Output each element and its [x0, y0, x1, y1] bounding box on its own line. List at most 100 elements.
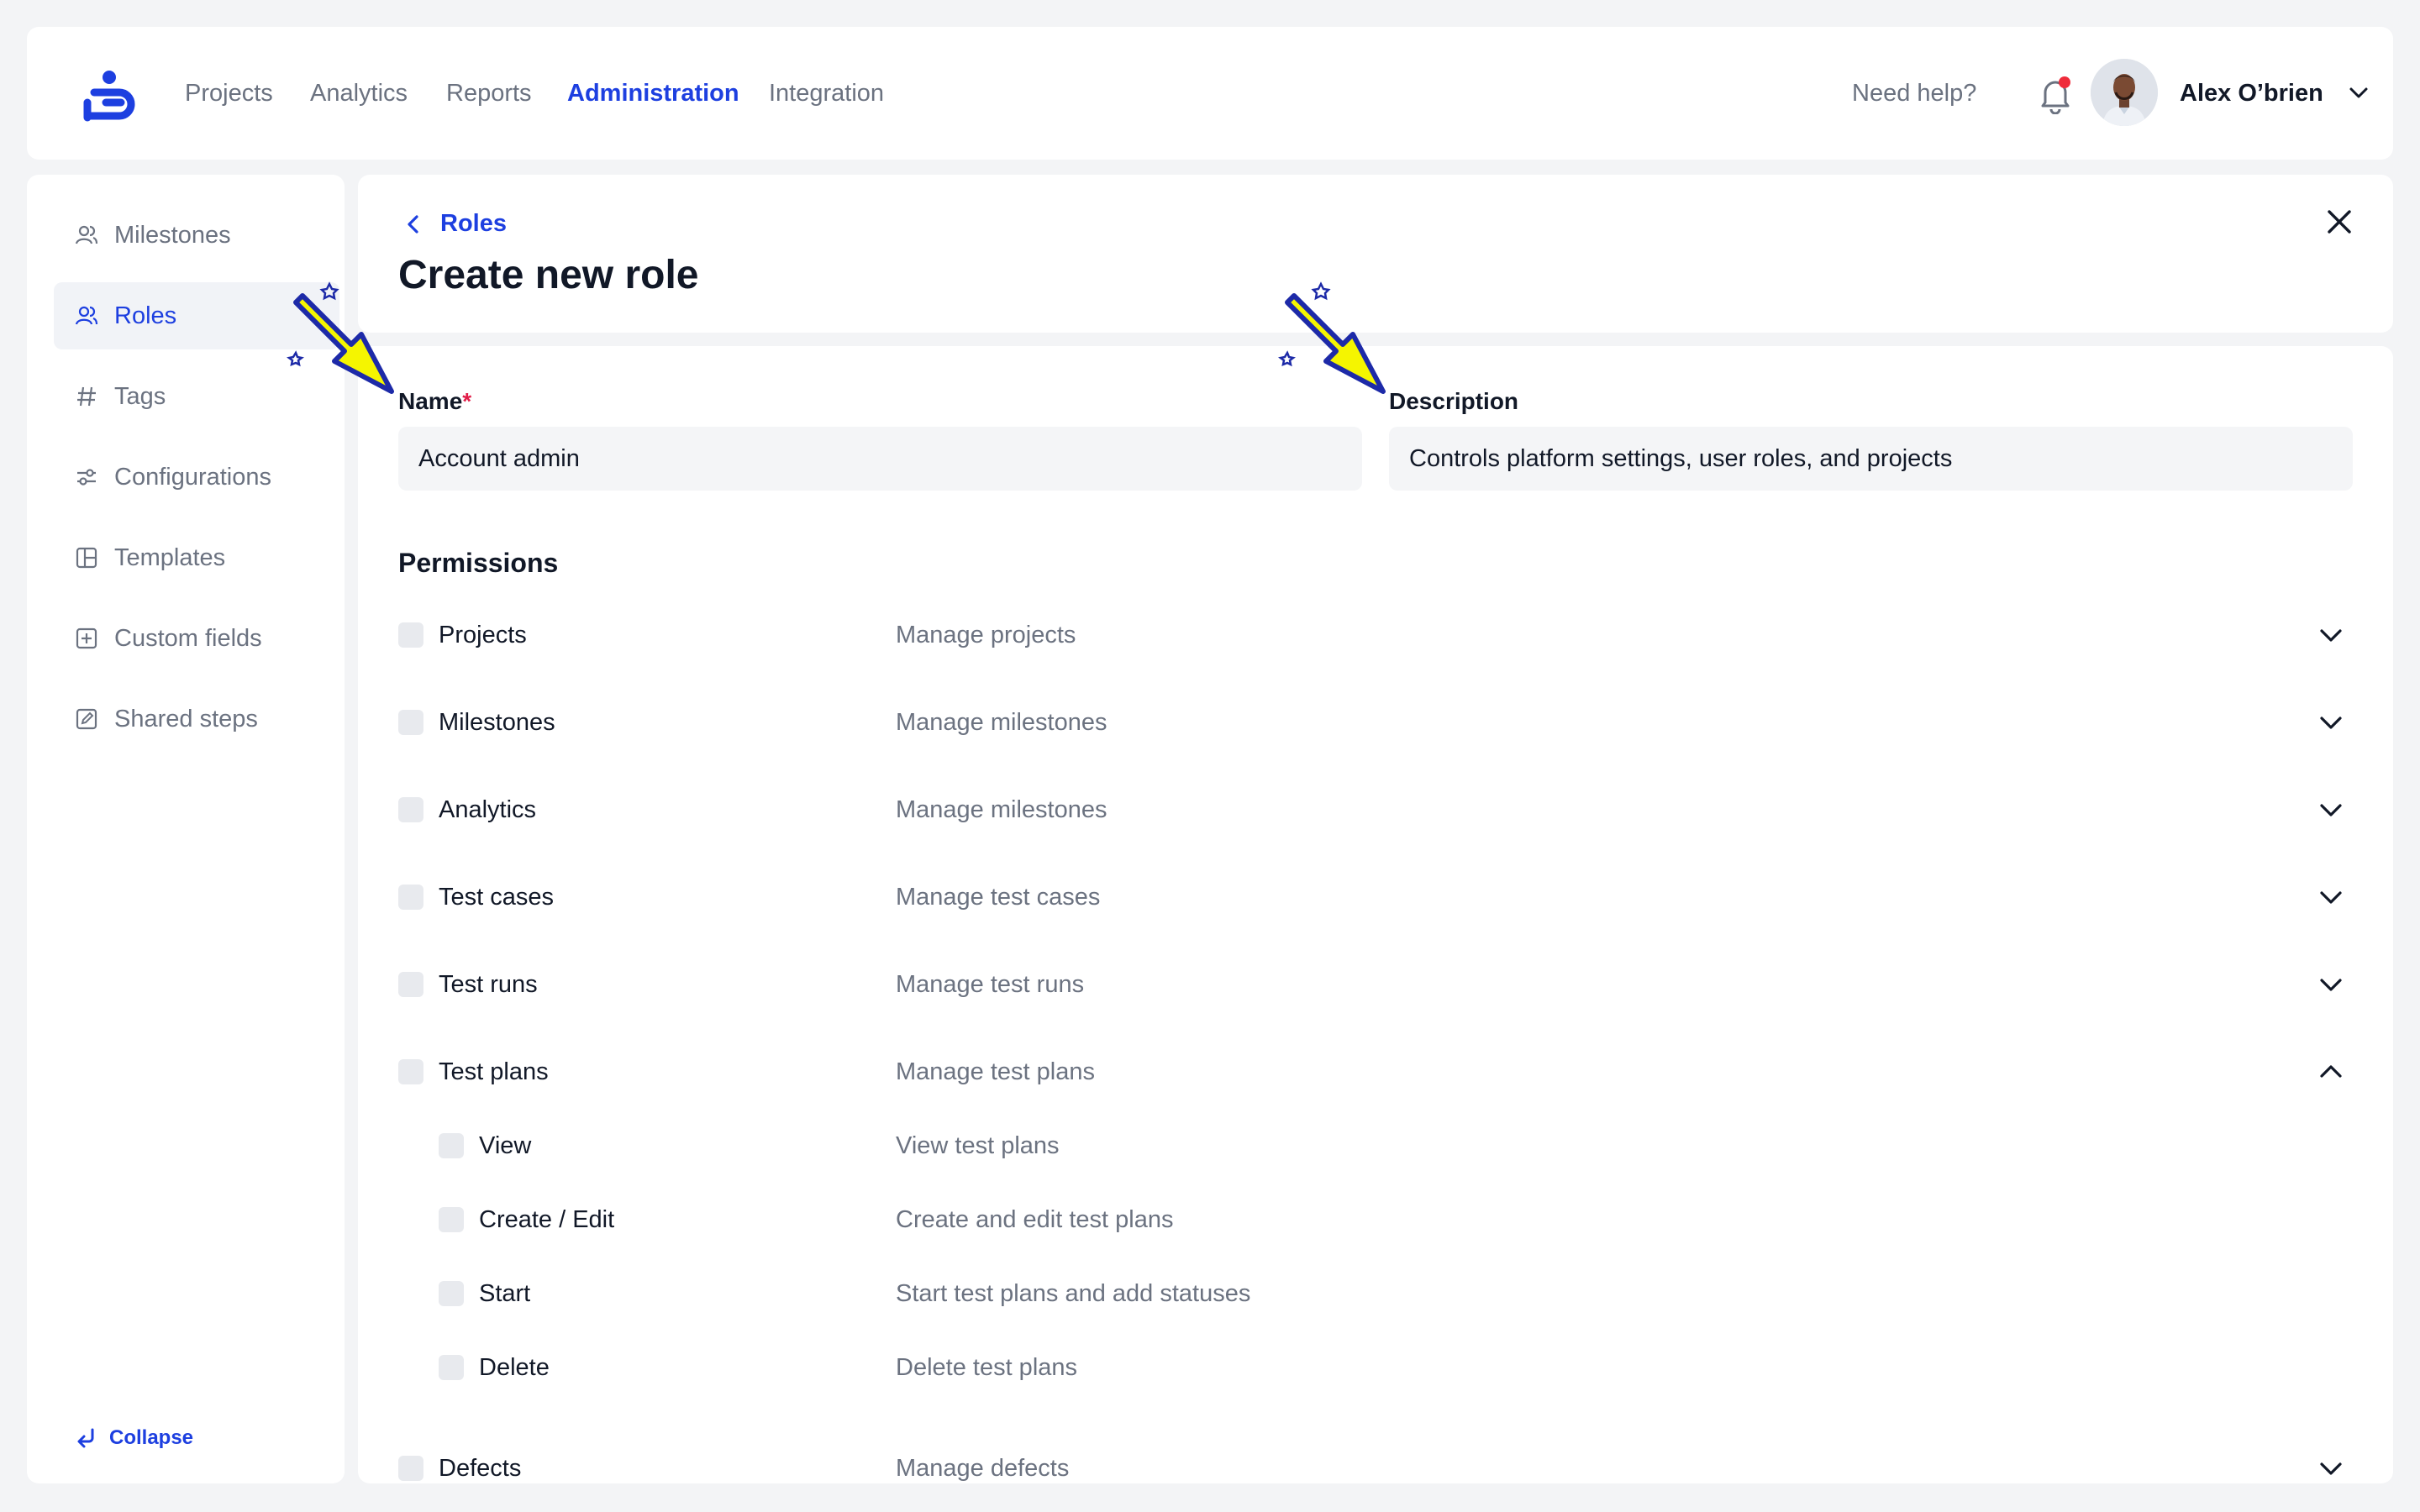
notification-bell-icon[interactable]	[2037, 74, 2074, 114]
permission-name: Test plans	[439, 1058, 549, 1085]
permission-description: Manage defects	[896, 1454, 1070, 1482]
permission-name: Defects	[439, 1454, 522, 1482]
permission-checkbox[interactable]	[398, 1059, 424, 1084]
plus-square-icon	[74, 626, 99, 651]
layout-icon	[74, 545, 99, 570]
permission-description: Manage test runs	[896, 970, 1085, 998]
sidebar-item-templates[interactable]: Templates	[54, 524, 339, 591]
permission-checkbox[interactable]	[398, 972, 424, 997]
permission-description: Manage milestones	[896, 795, 1107, 823]
permission-subrow-delete: Delete Delete test plans	[398, 1342, 2356, 1393]
permission-row-analytics: Analytics Manage milestones	[398, 785, 2356, 835]
sidebar-item-configurations[interactable]: Configurations	[54, 444, 339, 511]
permission-name: Analytics	[439, 795, 537, 823]
user-avatar[interactable]	[2091, 59, 2158, 126]
sidebar-item-custom-fields[interactable]: Custom fields	[54, 605, 339, 672]
need-help-link[interactable]: Need help?	[1852, 27, 1976, 160]
name-input[interactable]	[398, 427, 1362, 491]
return-arrow-icon	[77, 1428, 94, 1448]
chevron-down-icon[interactable]	[2317, 796, 2344, 823]
permission-description: Start test plans and add statuses	[896, 1279, 1251, 1307]
edit-square-icon	[74, 706, 99, 732]
permission-row-test-runs: Test runs Manage test runs	[398, 959, 2356, 1010]
permission-description: Manage projects	[896, 621, 1076, 648]
permission-checkbox[interactable]	[439, 1207, 464, 1232]
sidebar-item-label: Shared steps	[114, 705, 258, 732]
nav-administration[interactable]: Administration	[567, 27, 739, 160]
app-logo-icon[interactable]	[81, 69, 141, 126]
permission-subrow-create-edit: Create / Edit Create and edit test plans	[398, 1194, 2356, 1245]
permission-row-milestones: Milestones Manage milestones	[398, 697, 2356, 748]
sidebar-item-label: Templates	[114, 543, 226, 571]
top-navigation-bar: Projects Analytics Reports Administratio…	[27, 27, 2393, 160]
nav-reports[interactable]: Reports	[446, 27, 532, 160]
collapse-button[interactable]: Collapse	[76, 1426, 193, 1450]
sliders-icon	[74, 465, 99, 490]
name-field-label: Name*	[398, 388, 471, 415]
permission-subrow-view: View View test plans	[398, 1121, 2356, 1171]
avatar-image	[2091, 59, 2158, 126]
required-asterisk: *	[462, 388, 472, 414]
permission-subrow-start: Start Start test plans and add statuses	[398, 1268, 2356, 1319]
chevron-down-icon[interactable]	[2317, 709, 2344, 736]
sidebar-item-label: Tags	[114, 382, 166, 410]
chevron-down-icon[interactable]	[2346, 81, 2371, 106]
description-field-label: Description	[1389, 388, 1519, 414]
permission-description: Manage milestones	[896, 708, 1107, 736]
permission-description: Manage test cases	[896, 883, 1101, 911]
description-input[interactable]	[1389, 427, 2353, 491]
permission-name: Delete	[479, 1353, 550, 1381]
sidebar-item-label: Custom fields	[114, 624, 262, 652]
nav-analytics[interactable]: Analytics	[310, 27, 408, 160]
sidebar-item-label: Roles	[114, 302, 177, 329]
page-title: Create new role	[398, 253, 699, 297]
permission-checkbox[interactable]	[398, 622, 424, 648]
user-name[interactable]: Alex O’brien	[2180, 27, 2323, 160]
chevron-down-icon[interactable]	[2317, 622, 2344, 648]
permission-description: Manage test plans	[896, 1058, 1095, 1085]
permission-name: Start	[479, 1279, 531, 1307]
permission-checkbox[interactable]	[439, 1355, 464, 1380]
permission-description: Delete test plans	[896, 1353, 1078, 1381]
permission-checkbox[interactable]	[439, 1281, 464, 1306]
breadcrumb-back-link[interactable]: Roles	[405, 210, 507, 238]
permission-checkbox[interactable]	[398, 797, 424, 822]
permission-name: Test cases	[439, 883, 554, 911]
permission-row-projects: Projects Manage projects	[398, 610, 2356, 660]
permission-checkbox[interactable]	[398, 1456, 424, 1481]
chevron-down-icon[interactable]	[2317, 971, 2344, 998]
permission-checkbox[interactable]	[398, 710, 424, 735]
nav-projects[interactable]: Projects	[185, 27, 273, 160]
permission-name: Create / Edit	[479, 1205, 615, 1233]
permission-description: View test plans	[896, 1131, 1060, 1159]
permission-name: View	[479, 1131, 532, 1159]
chevron-up-icon[interactable]	[2317, 1058, 2344, 1085]
sidebar-item-label: Milestones	[114, 221, 231, 249]
permissions-heading: Permissions	[398, 548, 559, 578]
permission-description: Create and edit test plans	[896, 1205, 1174, 1233]
permission-name: Milestones	[439, 708, 555, 736]
permission-name: Test runs	[439, 970, 538, 998]
permission-name: Projects	[439, 621, 527, 648]
name-label-text: Name	[398, 388, 463, 414]
permission-row-defects: Defects Manage defects	[398, 1443, 2356, 1483]
chevron-left-icon	[408, 214, 418, 234]
breadcrumb-label: Roles	[440, 210, 507, 237]
chevron-down-icon[interactable]	[2317, 884, 2344, 911]
chevron-down-icon[interactable]	[2317, 1455, 2344, 1482]
permission-row-test-plans: Test plans Manage test plans	[398, 1047, 2356, 1097]
nav-integration[interactable]: Integration	[769, 27, 884, 160]
user-roles-icon	[74, 303, 99, 328]
users-icon	[74, 223, 99, 248]
sidebar-item-label: Configurations	[114, 463, 271, 491]
close-icon[interactable]	[2323, 205, 2356, 239]
sidebar-item-milestones[interactable]: Milestones	[54, 202, 339, 269]
sidebar-item-shared-steps[interactable]: Shared steps	[54, 685, 339, 753]
highlight-arrow-icon	[287, 281, 394, 394]
permission-checkbox[interactable]	[398, 885, 424, 910]
role-form: Name* Description Permissions Projects M…	[358, 346, 2393, 1483]
permission-row-test-cases: Test cases Manage test cases	[398, 872, 2356, 922]
hash-icon	[74, 384, 99, 409]
highlight-arrow-icon	[1278, 281, 1386, 394]
permission-checkbox[interactable]	[439, 1133, 464, 1158]
